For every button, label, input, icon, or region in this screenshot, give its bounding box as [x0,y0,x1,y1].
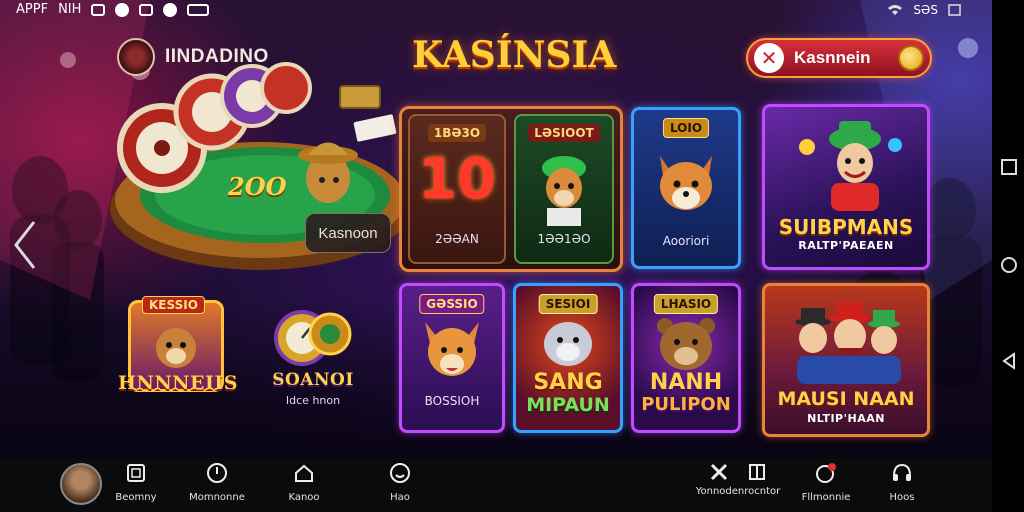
tile-badge: KESSIO [142,296,205,314]
nav-item-hoos[interactable]: Hoos [862,462,942,503]
headset-icon [893,463,911,481]
recents-icon[interactable] [1000,158,1018,176]
tile-caption: Aooriori [662,234,710,248]
nav-label: Beomny [115,492,157,503]
bear-character-icon [657,318,715,370]
game-tile-9[interactable]: LHASIO NANH PULIPON [631,283,741,433]
battery-icon [948,4,961,16]
seal-character-icon [544,322,592,366]
status-right-text: SƏS [913,3,938,17]
game-tile-8[interactable]: SESIOI SANG MIPAUN [513,283,623,433]
brand-name: IINDADINO [165,46,269,67]
tile-badge: LƏSIOOT [528,124,600,142]
tile-title: HNNNEIIS [118,372,239,394]
tile-caption: 2ƏƏAN [435,232,479,246]
page-title: KASÍNSIA [412,34,617,76]
status-app-text: APPF [16,2,49,17]
tools-icon [710,463,728,481]
brand[interactable]: IINDADINO [117,38,269,76]
fox-character-icon [660,156,712,210]
fox-character-icon [542,156,586,226]
tile-badge: SESIOI [538,294,598,314]
nav-item-momnonne[interactable]: Momnonne [177,462,257,503]
system-nav-bar [992,0,1024,512]
tablet-icon [127,464,145,482]
clown-character-icon [799,121,902,211]
game-tile-2[interactable]: LƏSIOOT 1ƏƏ1ƏO [514,114,614,264]
nav-label: Fllmonnie [801,492,851,503]
camera-icon [163,2,178,17]
media-icon [187,3,210,16]
tile-title: SOANOI [272,370,354,390]
table-score: 2OO [228,172,287,201]
game-tile-7[interactable]: GƏSSIO BOSSIOH [399,283,505,433]
tile-subtitle: NLTIP'HAAN [807,412,885,425]
nav-label: Kanoo [288,492,320,503]
status-bar: APPF ΝΙΗ SƏS [0,0,992,22]
tile-badge: GƏSSIO [419,294,485,314]
clown-group-icon [795,302,901,384]
tile-badge: LHASIO [653,294,719,314]
wifi-icon [888,5,903,15]
tile-caption: 1ƏƏ1ƏO [537,232,591,246]
chart-icon [749,464,765,480]
tile-subtitle: MIPAUN [526,394,610,416]
tile-title: NANH [649,370,723,395]
tile-title: MAUSI NAAN [777,388,915,410]
tile-badge: LOIO [662,118,710,138]
game-tile-3[interactable]: LOIO Aooriori [631,107,741,269]
home-icon [295,464,313,482]
fox-character-icon [425,322,479,376]
messenger-icon [115,2,130,17]
game-tile-10[interactable]: MAUSI NAAN NLTIP'HAAN [762,283,930,437]
nav-item-beomny[interactable]: Beomny [96,462,176,503]
back-icon[interactable] [1000,352,1018,370]
nav-label: Yonnodenrocntor [695,486,781,497]
nav-label: Hao [390,492,410,503]
tile-subtitle: PULIPON [641,394,731,415]
tile-title: SUIBPMANS [778,215,914,239]
dog-character-icon [156,328,196,368]
nav-item-kanoo[interactable]: Kanoo [264,462,344,503]
close-icon: ✕ [754,43,784,73]
game-tile-4[interactable]: SUIBPMANS RALTP'PAEAEN [762,104,930,270]
table-label[interactable]: Kasnoon [305,213,391,253]
compass-icon [207,463,227,483]
chevron-left-icon[interactable] [10,218,40,272]
game-tile-6[interactable]: SOANOI Idce hnon [258,300,368,412]
home-button-icon[interactable] [1000,256,1018,274]
tile-subtitle: RALTP'PAEAEN [798,239,894,252]
tile-badge: 1BƏ3O [427,124,487,142]
notification-icon [816,463,836,483]
bottom-nav: Beomny Momnonne Kanoo Hao Yonnodenrocnto… [0,458,992,512]
notification-icon [91,3,106,16]
smile-icon [390,463,410,483]
nav-item-hao[interactable]: Hao [360,462,440,503]
game-tile-1[interactable]: 1BƏ3O 10 2ƏƏAN [408,114,506,264]
game-tile-5[interactable]: KESSIO HNNNEIIS [118,292,239,414]
nav-label: Momnonne [189,492,245,503]
nav-item-fllmonnie[interactable]: Fllmonnie [786,462,866,503]
brand-logo-icon [117,38,155,76]
status-app-text-2: ΝΙΗ [58,2,82,17]
tile-caption: Idce hnon [285,394,341,407]
login-button-label: Kasnnein [794,48,871,67]
gallery-icon [139,3,154,16]
nav-label: Hoos [889,492,915,503]
tile-caption: BOSSIOH [424,394,480,408]
coin-icon [898,45,924,71]
clock-coin-icon [274,310,352,366]
login-button[interactable]: ✕ Kasnnein [746,38,932,78]
tile-big-number: 10 [418,147,496,212]
tile-title: SANG [533,370,603,395]
nav-item-tools[interactable]: Yonnodenrocntor [690,462,786,497]
